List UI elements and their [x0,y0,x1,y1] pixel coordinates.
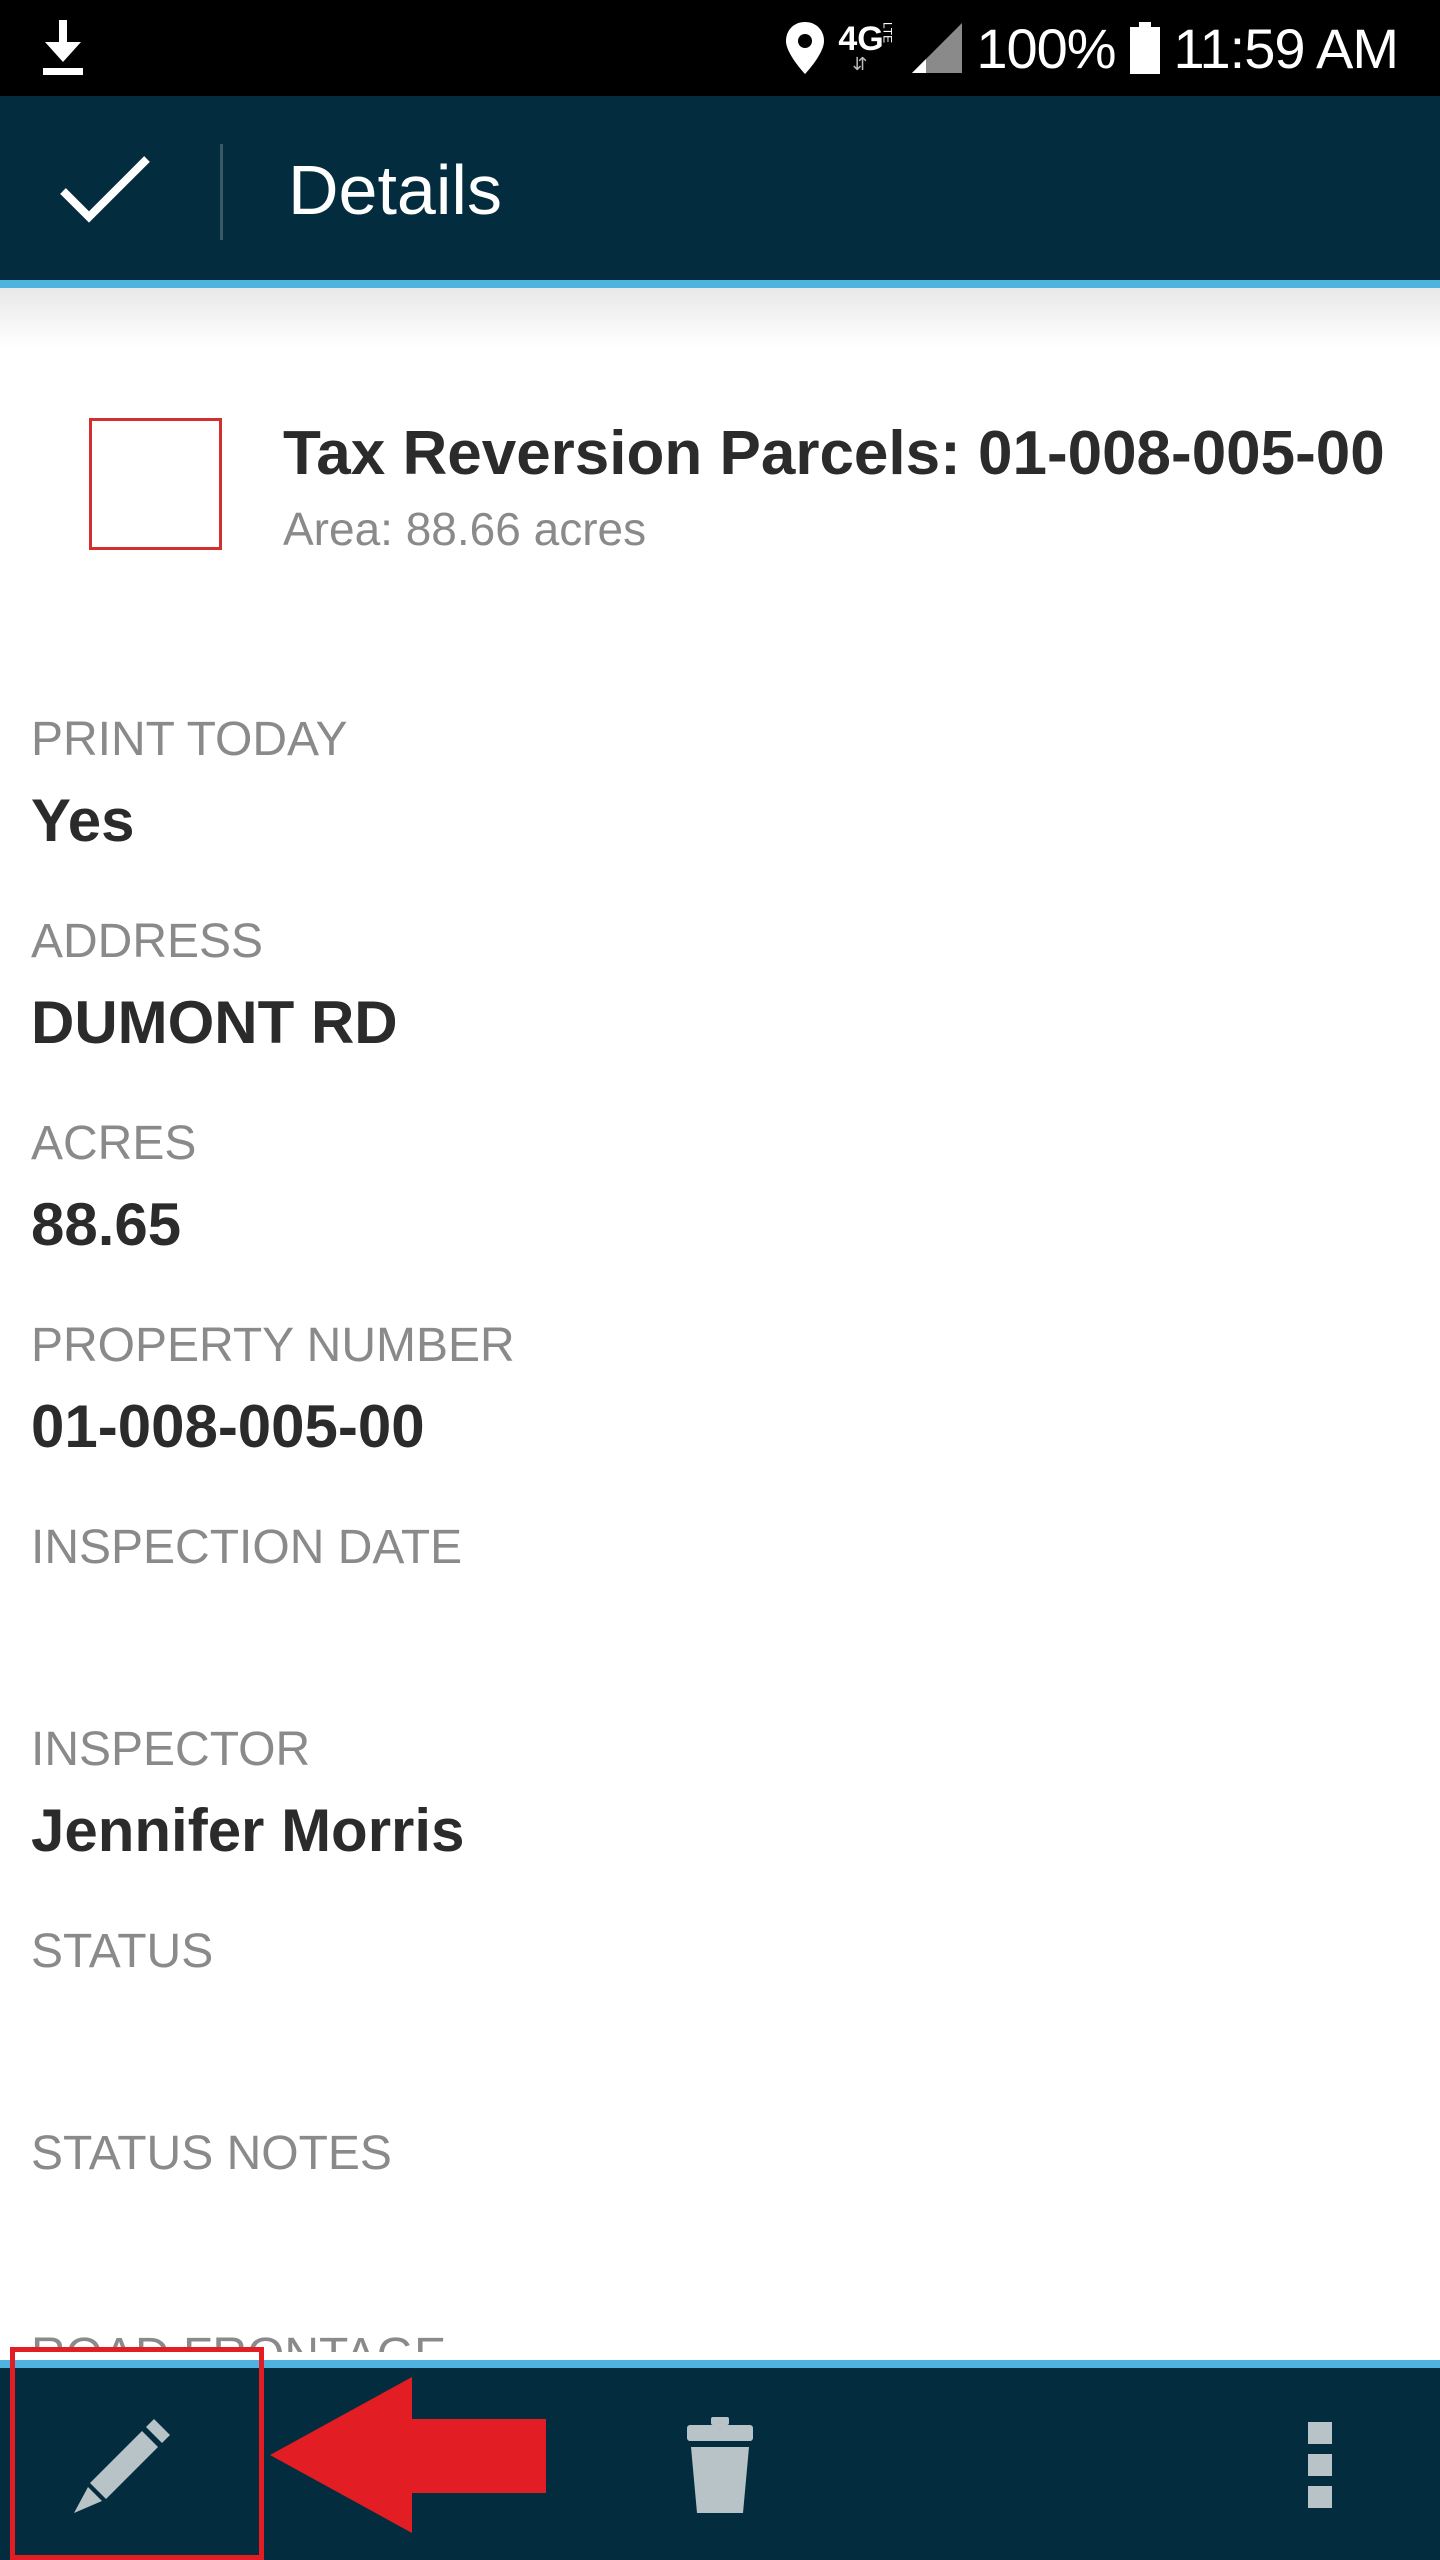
checkmark-icon [60,156,150,223]
trash-icon [687,2417,753,2513]
page-title: Details [288,151,502,229]
data-arrows-icon: ⇵ [852,54,868,74]
app-bar-shadow [0,288,1440,348]
battery-icon [1129,22,1160,74]
field-label-status-notes: STATUS NOTES [31,2127,392,2180]
red-arrow-left-icon [270,2377,546,2533]
app-bar-accent-line [0,280,1440,288]
field-label-address: ADDRESS [31,915,264,968]
field-label-acres: ACRES [31,1117,197,1170]
field-value-property-number: 01-008-005-00 [31,1393,425,1460]
edit-button-highlight [10,2347,264,2560]
download-icon [43,20,83,75]
location-pin-icon [786,22,825,74]
field-value-acres: 88.65 [31,1191,182,1258]
field-value-inspector: Jennifer Morris [31,1797,465,1864]
status-bar: 4G LTE ⇵ 100% 11:59 AM [0,0,1440,96]
field-value-address: DUMONT RD [31,989,398,1056]
more-vert-icon [1308,2422,1332,2508]
field-label-inspector: INSPECTOR [31,1723,311,1776]
title-divider [220,144,223,240]
feature-symbol-swatch [89,418,222,550]
signal-icon [912,23,963,73]
app-bar [0,96,1440,280]
network-sub-label: LTE [880,22,895,44]
feature-subtitle: Area: 88.66 acres [283,503,647,555]
field-label-print-today: PRINT TODAY [31,713,348,766]
network-indicator: 4G LTE ⇵ [838,18,898,78]
field-label-property-number: PROPERTY NUMBER [31,1319,515,1372]
status-time: 11:59 AM [1173,16,1399,80]
status-icons: 4G LTE ⇵ 100% 11:59 AM [786,0,1399,96]
done-button[interactable] [40,124,170,254]
feature-title: Tax Reversion Parcels: 01-008-005-00 [283,419,1385,488]
field-value-print-today: Yes [31,787,135,854]
battery-percent: 100% [976,16,1116,80]
overflow-menu-button[interactable] [1260,2400,1380,2530]
field-label-status: STATUS [31,1925,214,1978]
field-label-inspection-date: INSPECTION DATE [31,1521,463,1574]
delete-button[interactable] [650,2400,790,2530]
